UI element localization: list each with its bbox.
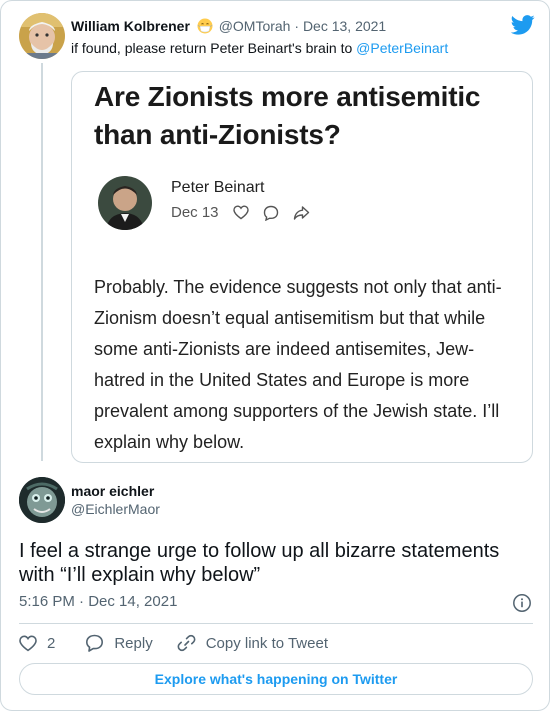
parent-avatar[interactable] <box>19 13 65 59</box>
image-author-avatar <box>98 176 152 230</box>
like-button[interactable]: 2 <box>19 635 55 652</box>
copy-link-label: Copy link to Tweet <box>205 634 328 652</box>
reply-handle[interactable]: @EichlerMaor <box>71 501 160 517</box>
image-headline: Are Zionists more antisemitic than anti-… <box>94 81 481 150</box>
parent-display-name[interactable]: William Kolbrener <box>71 18 190 34</box>
comment-icon <box>263 205 279 221</box>
thread-connector-line <box>41 63 43 461</box>
reply-icon <box>85 634 104 652</box>
separator-dot: · <box>294 18 300 34</box>
parent-tweet-text: if found, please return Peter Beinart's … <box>71 39 448 57</box>
parent-handle[interactable]: @OMTorah <box>219 18 291 34</box>
reply-display-name[interactable]: maor eichler <box>71 483 154 499</box>
reply-avatar[interactable] <box>19 477 65 523</box>
link-icon <box>177 634 196 652</box>
image-author-name: Peter Beinart <box>171 179 265 196</box>
like-count: 2 <box>47 634 56 652</box>
image-body-text: Probably. The evidence suggests not only… <box>94 277 502 452</box>
tweet-embed-card: William Kolbrener @OMTorah · Dec 13, 202… <box>0 0 550 711</box>
attached-image[interactable]: Are Zionists more antisemitic than anti-… <box>71 71 533 463</box>
share-icon <box>293 205 310 221</box>
parent-header: William Kolbrener @OMTorah · Dec 13, 202… <box>71 17 386 35</box>
image-date: Dec 13 <box>171 204 219 221</box>
action-bar: 2 Reply Copy link to Tweet <box>19 633 328 653</box>
reply-tweet-text: I feel a strange urge to follow up all b… <box>19 540 500 586</box>
explore-twitter-button[interactable]: Explore what's happening on Twitter <box>19 663 533 695</box>
mention-link[interactable]: @PeterBeinart <box>356 40 448 56</box>
twitter-bird-icon[interactable] <box>510 15 535 35</box>
heart-icon <box>232 205 249 220</box>
reply-label: Reply <box>114 634 153 652</box>
parent-date[interactable]: Dec 13, 2021 <box>303 18 386 34</box>
info-icon[interactable] <box>512 593 532 613</box>
image-meta-row: Dec 13 <box>171 204 310 221</box>
face-with-medical-mask-emoji-icon <box>197 18 213 34</box>
reply-button[interactable]: Reply <box>85 634 153 652</box>
heart-icon <box>19 634 37 652</box>
parent-text-prefix: if found, please return Peter Beinart's … <box>71 40 357 56</box>
reply-timestamp[interactable]: 5:16 PM · Dec 14, 2021 <box>19 593 177 610</box>
copy-link-button[interactable]: Copy link to Tweet <box>177 634 328 652</box>
divider <box>19 623 533 624</box>
